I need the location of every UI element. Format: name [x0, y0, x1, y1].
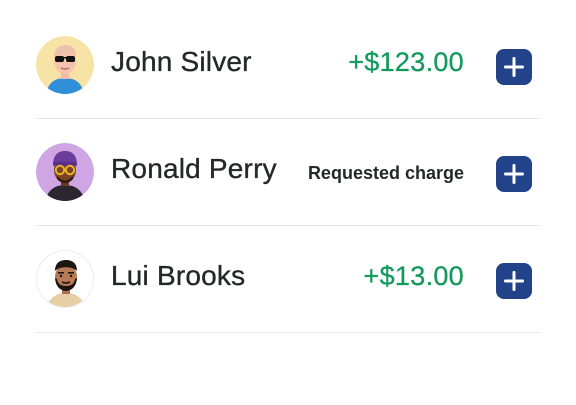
list-item[interactable]: Ronald Perry Requested charge [36, 119, 540, 226]
avatar-sunglasses-man-icon [36, 36, 94, 94]
add-button[interactable] [496, 49, 532, 85]
plus-icon [504, 57, 524, 77]
plus-icon [504, 164, 524, 184]
contact-name: John Silver [111, 46, 252, 77]
avatar-bearded-man-icon [36, 250, 94, 308]
list-item[interactable]: Lui Brooks +$13.00 [36, 226, 540, 333]
transaction-amount: +$13.00 [363, 261, 464, 291]
transaction-amount: +$123.00 [348, 47, 464, 77]
contact-name: Ronald Perry [111, 153, 277, 184]
add-button[interactable] [496, 263, 532, 299]
contact-name: Lui Brooks [111, 260, 246, 291]
transaction-status: Requested charge [307, 163, 464, 183]
list-item[interactable]: John Silver +$123.00 [36, 12, 540, 119]
transaction-list: John Silver +$123.00 Ronald Perry Reques… [36, 12, 540, 333]
avatar-beanie-man-icon [36, 143, 94, 201]
add-button[interactable] [496, 156, 532, 192]
plus-icon [504, 271, 524, 291]
